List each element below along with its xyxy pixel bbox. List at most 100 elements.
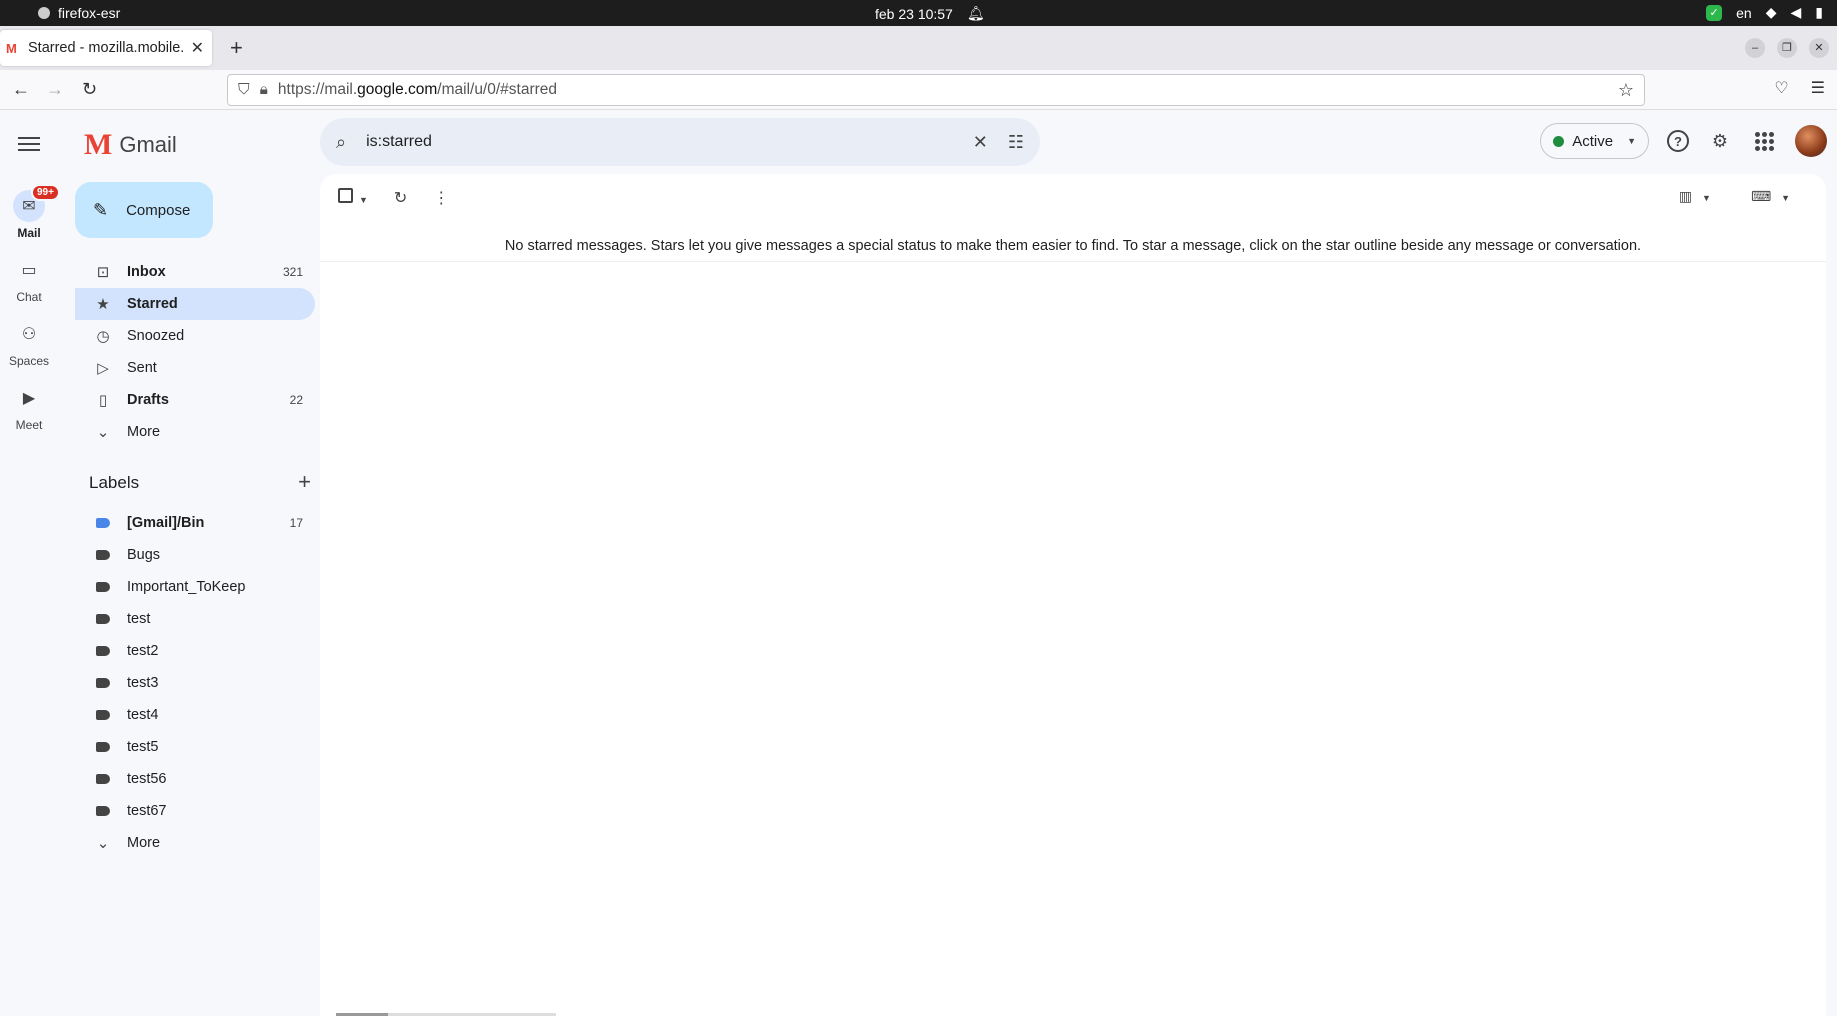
- keyboard-input-icon[interactable]: ⌨ ▼: [1751, 188, 1790, 205]
- inbox-icon: ⊡: [96, 264, 110, 281]
- add-label-button[interactable]: +: [298, 471, 311, 493]
- star-icon: ★: [96, 296, 110, 313]
- browser-tab-bar: M Starred - mozilla.mobile.b ✕ + – ❐ ✕: [0, 26, 1837, 70]
- bookmark-star-icon[interactable]: ☆: [1618, 80, 1634, 101]
- label-name: Bugs: [127, 547, 161, 563]
- rail-chat-label: Chat: [16, 290, 42, 304]
- tab-title: Starred - mozilla.mobile.b: [28, 40, 183, 56]
- lock-icon[interactable]: 🔒︎: [260, 81, 268, 99]
- nav-item-drafts[interactable]: ▯ Drafts 22: [75, 384, 315, 416]
- nav-label: Starred: [127, 296, 178, 312]
- restore-button[interactable]: ❐: [1777, 38, 1797, 58]
- forward-button[interactable]: →: [46, 78, 64, 100]
- list-footer: [320, 1010, 1826, 1016]
- label-item[interactable]: test67: [75, 795, 315, 827]
- nav-label: Inbox: [127, 264, 166, 280]
- label-item[interactable]: test5: [75, 731, 315, 763]
- new-tab-button[interactable]: +: [230, 36, 243, 60]
- rail-item-chat[interactable]: ▭ Chat: [0, 254, 58, 304]
- search-icon[interactable]: ⌕: [336, 132, 346, 153]
- os-tray[interactable]: ✓ en ◆ ◀ ▮: [1706, 4, 1823, 21]
- rail-mail-label: Mail: [17, 226, 41, 240]
- label-name: test67: [127, 803, 167, 819]
- label-name: test4: [127, 707, 159, 723]
- nav-item-starred[interactable]: ★ Starred: [75, 288, 315, 320]
- label-item[interactable]: test: [75, 603, 315, 635]
- clear-search-icon[interactable]: ✕: [973, 132, 988, 153]
- compose-button[interactable]: ✎ Compose: [75, 182, 213, 238]
- label-tag-icon: [93, 547, 113, 564]
- message-list-panel: ▼ ↻ ⋮ ▥ ▼ ⌨ ▼ No starred messages. Stars…: [320, 174, 1826, 1016]
- rail-spaces-label: Spaces: [8, 354, 50, 368]
- avatar[interactable]: [1795, 125, 1827, 157]
- rail-meet-label: Meet: [15, 418, 43, 432]
- pencil-icon: ✎: [93, 199, 109, 220]
- labels-more[interactable]: ⌄ More: [75, 827, 315, 859]
- search-input[interactable]: is:starred: [366, 133, 953, 151]
- draft-icon: ▯: [98, 392, 108, 409]
- label-tag-icon: [93, 611, 113, 628]
- close-window-button[interactable]: ✕: [1809, 38, 1829, 58]
- os-datetime: feb 23 10:57: [875, 5, 953, 22]
- close-tab-icon[interactable]: ✕: [191, 38, 204, 58]
- label-tag-icon: [93, 739, 113, 756]
- minimize-button[interactable]: –: [1745, 38, 1765, 58]
- rail-item-spaces[interactable]: ⚇ Spaces: [0, 318, 58, 368]
- wifi-icon: ◆: [1765, 4, 1777, 20]
- update-check-icon: ✓: [1706, 4, 1723, 21]
- nav-item-more[interactable]: ⌄ More: [75, 416, 315, 448]
- gmail-favicon-icon: M: [6, 40, 17, 56]
- gmail-logo[interactable]: M Gmail: [84, 128, 177, 162]
- label-item[interactable]: Bugs: [75, 539, 315, 571]
- nav-label: Drafts: [127, 392, 169, 408]
- reload-button[interactable]: ↻: [82, 78, 97, 100]
- help-icon[interactable]: ?: [1667, 130, 1689, 152]
- list-toolbar: ▼ ↻ ⋮: [338, 188, 449, 208]
- volume-icon: ◀: [1790, 4, 1802, 20]
- pocket-icon[interactable]: ♡: [1774, 78, 1788, 98]
- label-tag-icon: [93, 803, 113, 820]
- mail-unread-badge: 99+: [31, 184, 60, 201]
- apps-grid-icon[interactable]: [1751, 128, 1777, 154]
- app-menu-icon[interactable]: ☰: [1811, 78, 1825, 98]
- os-app-indicator[interactable]: firefox-esr: [38, 5, 120, 21]
- url-prefix: https://mail.: [277, 81, 358, 98]
- label-list: [Gmail]/Bin 17 Bugs Important_ToKeep tes…: [75, 507, 315, 859]
- label-item[interactable]: Important_ToKeep: [75, 571, 315, 603]
- main-menu-icon[interactable]: [18, 133, 40, 155]
- back-button[interactable]: ←: [12, 78, 30, 100]
- label-name: Important_ToKeep: [127, 579, 246, 595]
- status-selector[interactable]: Active ▼: [1540, 123, 1649, 159]
- label-item[interactable]: test2: [75, 635, 315, 667]
- label-item[interactable]: test4: [75, 699, 315, 731]
- search-bar[interactable]: ⌕ is:starred ✕ ☷: [320, 118, 1040, 166]
- rail-item-meet[interactable]: ▶ Meet: [0, 382, 58, 432]
- gmail-app: ✉ 99+ Mail ▭ Chat ⚇ Spaces ▶ Meet M Gmail…: [0, 110, 1837, 1016]
- nav-item-snoozed[interactable]: ◷ Snoozed: [75, 320, 315, 352]
- rail-item-mail[interactable]: ✉ 99+ Mail: [0, 184, 60, 240]
- browser-tab-starred[interactable]: M Starred - mozilla.mobile.b ✕: [0, 30, 212, 66]
- select-all-checkbox[interactable]: ▼: [338, 188, 368, 208]
- os-clock[interactable]: feb 23 10:57 🔔︎: [875, 5, 985, 22]
- label-tag-icon: [93, 707, 113, 724]
- more-vert-icon[interactable]: ⋮: [433, 188, 449, 208]
- label-tag-icon: [93, 579, 113, 596]
- url-bar[interactable]: ⛉ 🔒︎ https://mail.google.com/mail/u/0/#s…: [227, 74, 1645, 106]
- nav-item-sent[interactable]: ▷ Sent: [75, 352, 315, 384]
- split-pane-toggle-icon[interactable]: ▥ ▼: [1679, 188, 1711, 205]
- gear-icon[interactable]: ⚙: [1707, 128, 1733, 154]
- shield-icon[interactable]: ⛉: [238, 81, 250, 99]
- refresh-icon[interactable]: ↻: [394, 188, 407, 208]
- label-name: test2: [127, 643, 159, 659]
- spaces-icon: ⚇: [21, 326, 37, 343]
- label-item[interactable]: test3: [75, 667, 315, 699]
- url-host: google.com: [357, 81, 438, 98]
- clock-icon: ◷: [96, 328, 110, 345]
- caret-down-icon: ▼: [359, 195, 368, 205]
- nav-item-inbox[interactable]: ⊡ Inbox 321: [75, 256, 315, 288]
- label-item[interactable]: test56: [75, 763, 315, 795]
- label-item[interactable]: [Gmail]/Bin 17: [75, 507, 315, 539]
- bell-icon: 🔔︎: [966, 5, 985, 21]
- nav-label: Snoozed: [127, 328, 185, 344]
- search-options-icon[interactable]: ☷: [1008, 132, 1024, 153]
